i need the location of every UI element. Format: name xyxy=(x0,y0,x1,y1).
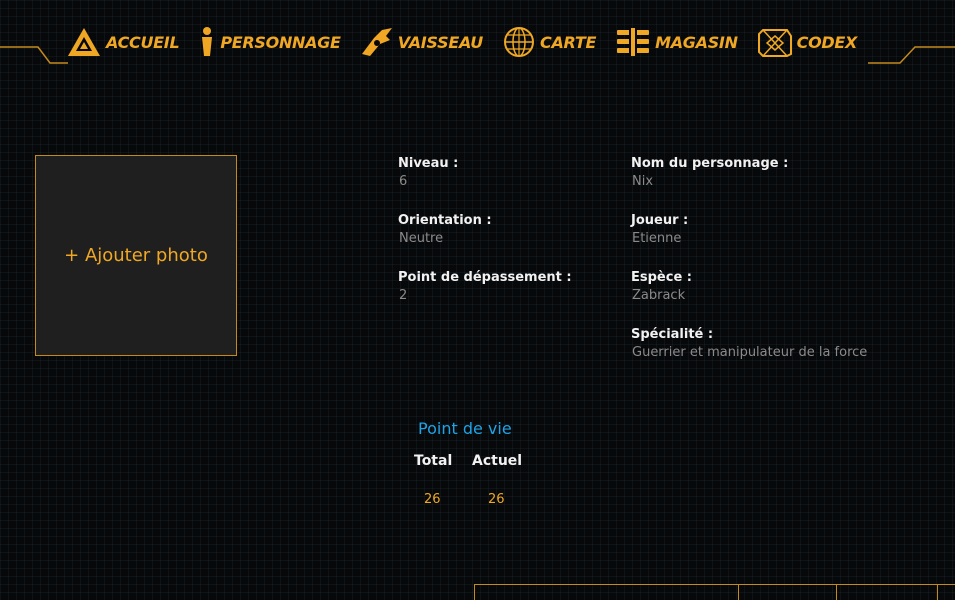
nom-label: Nom du personnage : xyxy=(631,156,789,171)
joueur-label: Joueur : xyxy=(631,213,689,228)
nav-item-codex[interactable]: CODEX xyxy=(757,26,857,58)
nav-label-accueil: ACCUEIL xyxy=(106,32,180,52)
field-nom: Nom du personnage : Nix xyxy=(631,156,788,189)
hp-actuel-value[interactable]: 26 xyxy=(488,492,505,507)
nom-value[interactable]: Nix xyxy=(632,174,788,189)
home-icon xyxy=(66,26,102,58)
nav-label-personnage: PERSONNAGE xyxy=(220,32,341,52)
field-orientation: Orientation : Neutre xyxy=(398,213,492,246)
espece-label: Espèce : xyxy=(631,270,692,285)
field-depassement: Point de dépassement : 2 xyxy=(398,270,572,303)
person-icon xyxy=(198,26,216,58)
character-page: ACCUEIL PERSONNAGE VAISSEAU CARTE MAGASI… xyxy=(0,0,955,600)
depassement-label: Point de dépassement : xyxy=(398,270,572,285)
niveau-value[interactable]: 6 xyxy=(399,174,458,189)
table-header-cell xyxy=(837,585,938,600)
nav-label-carte: CARTE xyxy=(540,32,597,52)
hp-total-label: Total xyxy=(414,453,453,469)
ship-icon xyxy=(360,26,394,58)
field-espece: Espèce : Zabrack xyxy=(631,270,692,303)
field-niveau: Niveau : 6 xyxy=(398,156,458,189)
orientation-label: Orientation : xyxy=(398,213,492,228)
depassement-value[interactable]: 2 xyxy=(399,288,572,303)
table-header-cell xyxy=(475,585,739,600)
nav-item-magasin[interactable]: MAGASIN xyxy=(615,26,738,58)
field-specialite: Spécialité : Guerrier et manipulateur de… xyxy=(631,327,867,360)
nav-item-carte[interactable]: CARTE xyxy=(502,26,596,58)
add-photo-label: + Ajouter photo xyxy=(64,245,208,266)
codex-cube-icon xyxy=(757,26,793,58)
nav-label-magasin: MAGASIN xyxy=(655,32,738,52)
nav-label-vaisseau: VAISSEAU xyxy=(397,32,484,52)
orientation-value[interactable]: Neutre xyxy=(399,231,492,246)
bottom-table xyxy=(474,584,955,600)
hp-total-value[interactable]: 26 xyxy=(424,492,441,507)
field-joueur: Joueur : Etienne xyxy=(631,213,688,246)
nav-item-personnage[interactable]: PERSONNAGE xyxy=(198,26,341,58)
shop-icon xyxy=(615,26,651,58)
hp-actuel-label: Actuel xyxy=(472,453,523,469)
joueur-value[interactable]: Etienne xyxy=(632,231,688,246)
nav-item-accueil[interactable]: ACCUEIL xyxy=(66,26,180,58)
specialite-label: Spécialité : xyxy=(631,327,714,342)
add-photo-button[interactable]: + Ajouter photo xyxy=(35,155,237,356)
espece-value[interactable]: Zabrack xyxy=(632,288,692,303)
specialite-value[interactable]: Guerrier et manipulateur de la force xyxy=(632,345,867,360)
main-nav: ACCUEIL PERSONNAGE VAISSEAU CARTE MAGASI… xyxy=(66,24,876,60)
nav-label-codex: CODEX xyxy=(796,32,858,52)
nav-item-vaisseau[interactable]: VAISSEAU xyxy=(360,26,483,58)
globe-icon xyxy=(502,26,536,58)
hp-title: Point de vie xyxy=(418,419,512,438)
niveau-label: Niveau : xyxy=(398,156,459,171)
table-header-cell xyxy=(739,585,837,600)
